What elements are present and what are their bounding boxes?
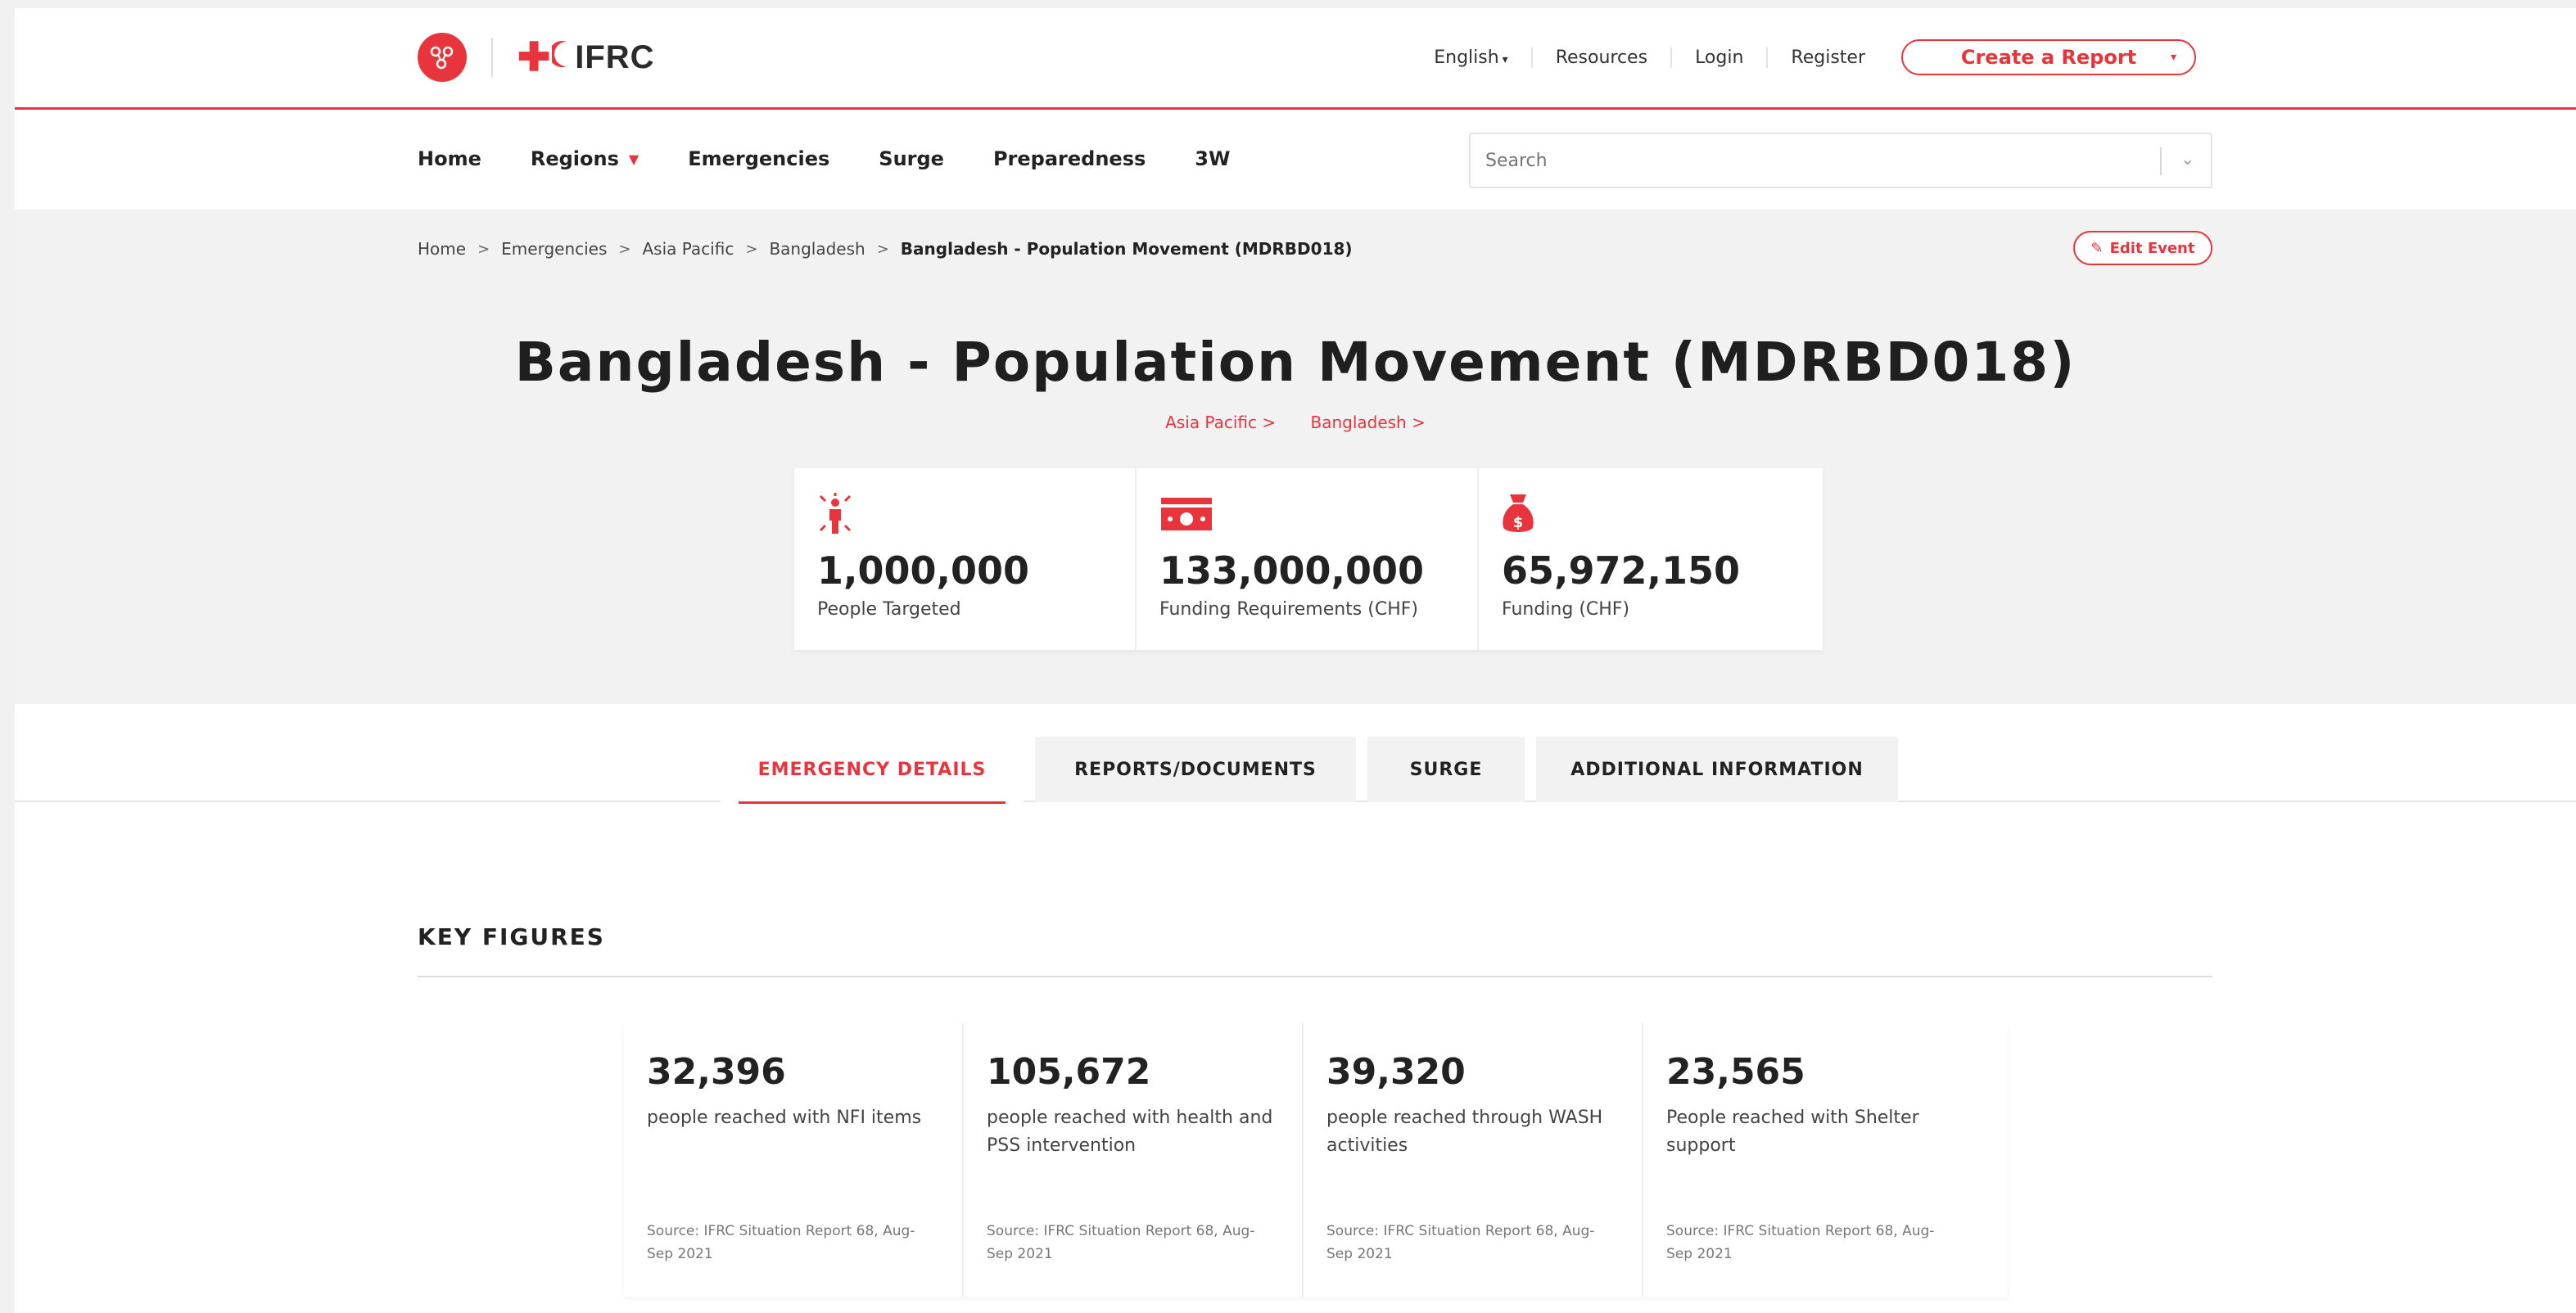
pencil-icon: ✎ bbox=[2090, 239, 2104, 257]
breadcrumb: Home > Emergencies > Asia Pacific > Bang… bbox=[418, 239, 1353, 259]
key-figure-item: 32,396 people reached with NFI items Sou… bbox=[624, 1023, 964, 1297]
stat-label: Funding (CHF) bbox=[1502, 599, 1630, 620]
brand[interactable]: ✚ IFRC bbox=[418, 31, 655, 83]
red-crescent-icon bbox=[549, 39, 570, 76]
key-figures-card: 32,396 people reached with NFI items Sou… bbox=[624, 1023, 2008, 1297]
chevron-down-icon[interactable]: ⌄ bbox=[2181, 149, 2194, 169]
nav-home[interactable]: Home bbox=[418, 147, 481, 170]
register-link[interactable]: Register bbox=[1766, 47, 1888, 68]
person-targeted-icon bbox=[817, 491, 1135, 537]
chevron-right-icon: > bbox=[618, 240, 631, 258]
event-stats-card: 1,000,000 People Targeted 133,000,000 Fu… bbox=[794, 468, 1823, 650]
key-figure-source: Source: IFRC Situation Report 68, Aug-Se… bbox=[987, 1223, 1255, 1262]
language-label: English bbox=[1434, 47, 1499, 68]
breadcrumb-current: Bangladesh - Population Movement (MDRBD0… bbox=[900, 239, 1353, 259]
search-input[interactable] bbox=[1485, 150, 2124, 171]
stat-funding-requirements: 133,000,000 Funding Requirements (CHF) bbox=[1137, 468, 1479, 650]
stat-funding: $ 65,972,150 Funding (CHF) bbox=[1479, 468, 1821, 650]
key-figure-item: 105,672 people reached with health and P… bbox=[964, 1023, 1304, 1297]
nav-surge[interactable]: Surge bbox=[879, 147, 944, 170]
breadcrumb-region[interactable]: Asia Pacific bbox=[643, 239, 734, 259]
chevron-right-icon: > bbox=[477, 240, 490, 258]
stat-label: People Targeted bbox=[817, 599, 961, 620]
key-figure-source: Source: IFRC Situation Report 68, Aug-Se… bbox=[1326, 1223, 1595, 1262]
nav-emergencies[interactable]: Emergencies bbox=[688, 147, 829, 170]
key-figure-value: 23,565 bbox=[1666, 1051, 1805, 1093]
key-figure-item: 23,565 People reached with Shelter suppo… bbox=[1643, 1023, 1983, 1297]
tab-emergency-details[interactable]: EMERGENCY DETAILS bbox=[721, 737, 1024, 804]
utility-nav: English ▾ Resources Login Register Create… bbox=[1411, 39, 2196, 75]
stat-people-targeted: 1,000,000 People Targeted bbox=[794, 468, 1137, 650]
breadcrumb-country[interactable]: Bangladesh bbox=[769, 239, 865, 259]
key-figure-value: 39,320 bbox=[1326, 1051, 1466, 1093]
language-selector[interactable]: English ▾ bbox=[1411, 47, 1530, 68]
brand-divider bbox=[491, 38, 493, 77]
key-figure-description: people reached through WASH activities bbox=[1326, 1108, 1603, 1156]
search-divider bbox=[2160, 147, 2162, 175]
caret-down-icon: ▾ bbox=[1502, 52, 1508, 66]
chevron-right-icon: > bbox=[876, 240, 889, 258]
key-figure-source: Source: IFRC Situation Report 68, Aug-Se… bbox=[647, 1223, 915, 1262]
banknote-icon bbox=[1159, 491, 1477, 537]
key-figure-description: People reached with Shelter support bbox=[1666, 1108, 1919, 1156]
key-figure-value: 32,396 bbox=[647, 1051, 786, 1093]
go-logo-icon bbox=[418, 33, 467, 82]
region-link[interactable]: Asia Pacific > bbox=[1165, 413, 1276, 432]
key-figure-item: 39,320 people reached through WASH activ… bbox=[1304, 1023, 1643, 1297]
search-box: ⌄ bbox=[1469, 133, 2212, 188]
stat-value: 65,972,150 bbox=[1502, 548, 1741, 593]
key-figures-title: KEY FIGURES bbox=[418, 923, 605, 950]
create-report-button[interactable]: Create a Report ▾ bbox=[1901, 39, 2196, 75]
page-title: Bangladesh - Population Movement (MDRBD0… bbox=[514, 331, 2077, 394]
country-link[interactable]: Bangladesh > bbox=[1310, 413, 1425, 432]
key-figure-description: people reached with NFI items bbox=[647, 1108, 922, 1128]
nav-regions[interactable]: Regions ▼ bbox=[531, 147, 639, 170]
ifrc-logo: ✚ IFRC bbox=[517, 34, 655, 80]
key-figure-source: Source: IFRC Situation Report 68, Aug-Se… bbox=[1666, 1223, 1935, 1262]
stat-value: 1,000,000 bbox=[817, 548, 1029, 593]
nav-regions-label: Regions bbox=[530, 147, 619, 170]
caret-down-icon: ▼ bbox=[628, 151, 639, 167]
chevron-right-icon: > bbox=[745, 240, 758, 258]
nav-preparedness[interactable]: Preparedness bbox=[993, 147, 1146, 170]
tab-surge[interactable]: SURGE bbox=[1367, 737, 1525, 802]
edit-event-button[interactable]: ✎ Edit Event bbox=[2073, 231, 2212, 265]
breadcrumb-home[interactable]: Home bbox=[418, 239, 466, 259]
event-hero: Home > Emergencies > Asia Pacific > Bang… bbox=[15, 210, 2576, 704]
tab-reports-documents[interactable]: REPORTS/DOCUMENTS bbox=[1035, 737, 1356, 802]
top-header: ✚ IFRC English ▾ Resources Login Register… bbox=[15, 8, 2576, 110]
money-bag-icon: $ bbox=[1502, 491, 1821, 537]
key-figure-value: 105,672 bbox=[987, 1051, 1151, 1093]
breadcrumb-emergencies[interactable]: Emergencies bbox=[501, 239, 607, 259]
main-nav: Home Regions ▼ Emergencies Surge Prepare… bbox=[418, 147, 1279, 170]
resources-link[interactable]: Resources bbox=[1530, 47, 1670, 68]
red-cross-icon: ✚ bbox=[517, 36, 551, 79]
key-figures-divider bbox=[418, 976, 2212, 977]
key-figure-description: people reached with health and PSS inter… bbox=[987, 1108, 1273, 1156]
caret-down-icon: ▾ bbox=[2170, 51, 2176, 64]
nav-3w[interactable]: 3W bbox=[1195, 147, 1230, 170]
event-tabs: EMERGENCY DETAILS REPORTS/DOCUMENTS SURG… bbox=[721, 737, 1909, 804]
svg-text:$: $ bbox=[1513, 514, 1524, 531]
brand-name: IFRC bbox=[575, 38, 655, 75]
page: ✚ IFRC English ▾ Resources Login Register… bbox=[15, 8, 2576, 1313]
edit-event-label: Edit Event bbox=[2109, 239, 2195, 257]
stat-label: Funding Requirements (CHF) bbox=[1159, 599, 1418, 620]
create-report-label: Create a Report bbox=[1960, 46, 2137, 69]
tab-additional-information[interactable]: ADDITIONAL INFORMATION bbox=[1536, 737, 1898, 802]
event-location-links: Asia Pacific > Bangladesh > bbox=[15, 413, 2576, 432]
stat-value: 133,000,000 bbox=[1159, 548, 1425, 593]
login-link[interactable]: Login bbox=[1670, 47, 1766, 68]
